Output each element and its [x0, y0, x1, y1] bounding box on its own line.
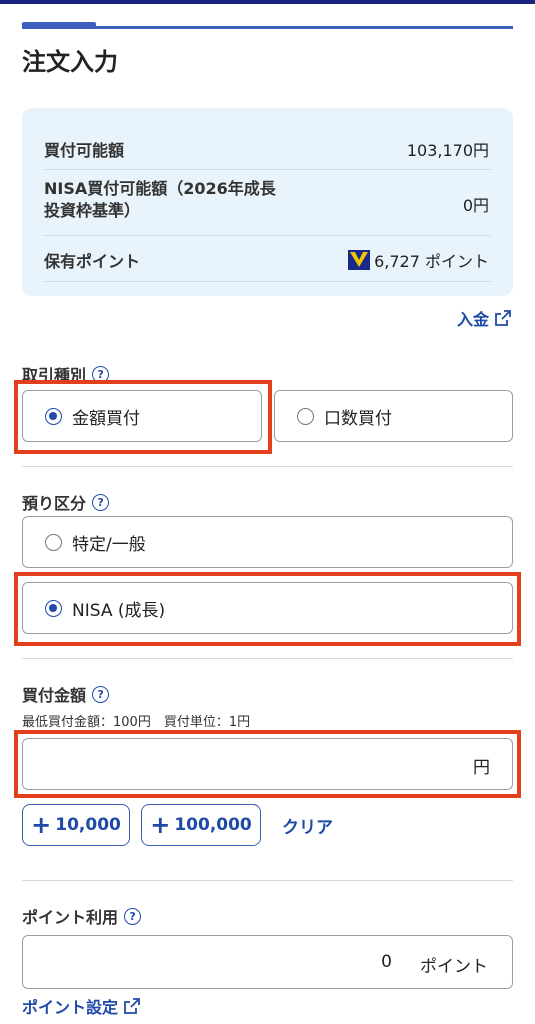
nisa-available-value: 0円: [462, 196, 489, 215]
plus-icon: +: [150, 811, 171, 839]
deposit-link-label: 入金: [456, 310, 489, 329]
point-setting-link[interactable]: ポイント設定: [22, 994, 140, 1018]
clear-button[interactable]: クリア: [282, 813, 333, 838]
trade-type-units-label: 口数買付: [324, 408, 392, 429]
divider: [22, 466, 513, 467]
buy-available-row: 買付可能額 103,170円: [44, 124, 491, 170]
plus-icon: +: [31, 811, 52, 839]
radio-unselected-icon: [45, 533, 62, 551]
nisa-available-label: NISA買付可能額（2026年成長投資枠基準）: [44, 179, 276, 220]
page-title: 注文入力: [22, 48, 118, 76]
account-type-tokutei-option[interactable]: 特定/一般: [22, 516, 513, 568]
deposit-link[interactable]: 入金: [457, 306, 511, 330]
help-icon[interactable]: ?: [92, 493, 110, 511]
radio-unselected-icon: [297, 407, 314, 425]
points-use-unit: ポイント: [420, 957, 488, 977]
points-label: 保有ポイント: [44, 252, 141, 271]
points-use-label: ポイント利用 ?: [22, 904, 142, 928]
account-type-tokutei-label: 特定/一般: [72, 534, 146, 555]
points-use-label-text: ポイント利用: [22, 908, 119, 927]
buy-available-label: 買付可能額: [44, 141, 125, 160]
help-icon[interactable]: ?: [92, 685, 110, 703]
highlight-box: [14, 380, 272, 454]
add-10000-label: 10,000: [55, 815, 121, 835]
nisa-available-row: NISA買付可能額（2026年成長投資枠基準） 0円: [44, 170, 491, 236]
highlight-box: [14, 730, 521, 798]
add-100000-button[interactable]: + 100,000: [141, 804, 261, 846]
divider: [22, 880, 513, 881]
trade-type-units-option[interactable]: 口数買付: [274, 390, 513, 442]
points-value-wrap: 6,727 ポイント: [348, 248, 489, 272]
account-type-label: 預り区分 ?: [22, 490, 110, 514]
points-value: 6,727 ポイント: [374, 252, 489, 271]
divider: [22, 658, 513, 659]
account-type-label-text: 預り区分: [22, 494, 87, 513]
balance-panel: 買付可能額 103,170円 NISA買付可能額（2026年成長投資枠基準） 0…: [22, 108, 513, 296]
point-setting-label: ポイント設定: [22, 998, 119, 1017]
amount-label: 買付金額 ?: [22, 682, 110, 706]
v-point-icon: [348, 250, 371, 270]
top-bar: [0, 0, 535, 4]
amount-note: 最低買付金額：100円 買付単位：1円: [22, 715, 251, 730]
add-10000-button[interactable]: + 10,000: [22, 804, 130, 846]
highlight-box: [14, 572, 521, 646]
buy-available-value: 103,170円: [406, 141, 489, 160]
help-icon[interactable]: ?: [124, 907, 142, 925]
points-row: 保有ポイント 6,727 ポイント: [44, 236, 491, 282]
external-link-icon: [495, 310, 511, 326]
points-use-value: 0: [381, 952, 392, 972]
amount-label-text: 買付金額: [22, 686, 87, 705]
points-use-input[interactable]: 0 ポイント: [22, 935, 513, 989]
external-link-icon: [124, 998, 140, 1014]
add-100000-label: 100,000: [174, 815, 252, 835]
tab-active-indicator: [22, 22, 96, 29]
